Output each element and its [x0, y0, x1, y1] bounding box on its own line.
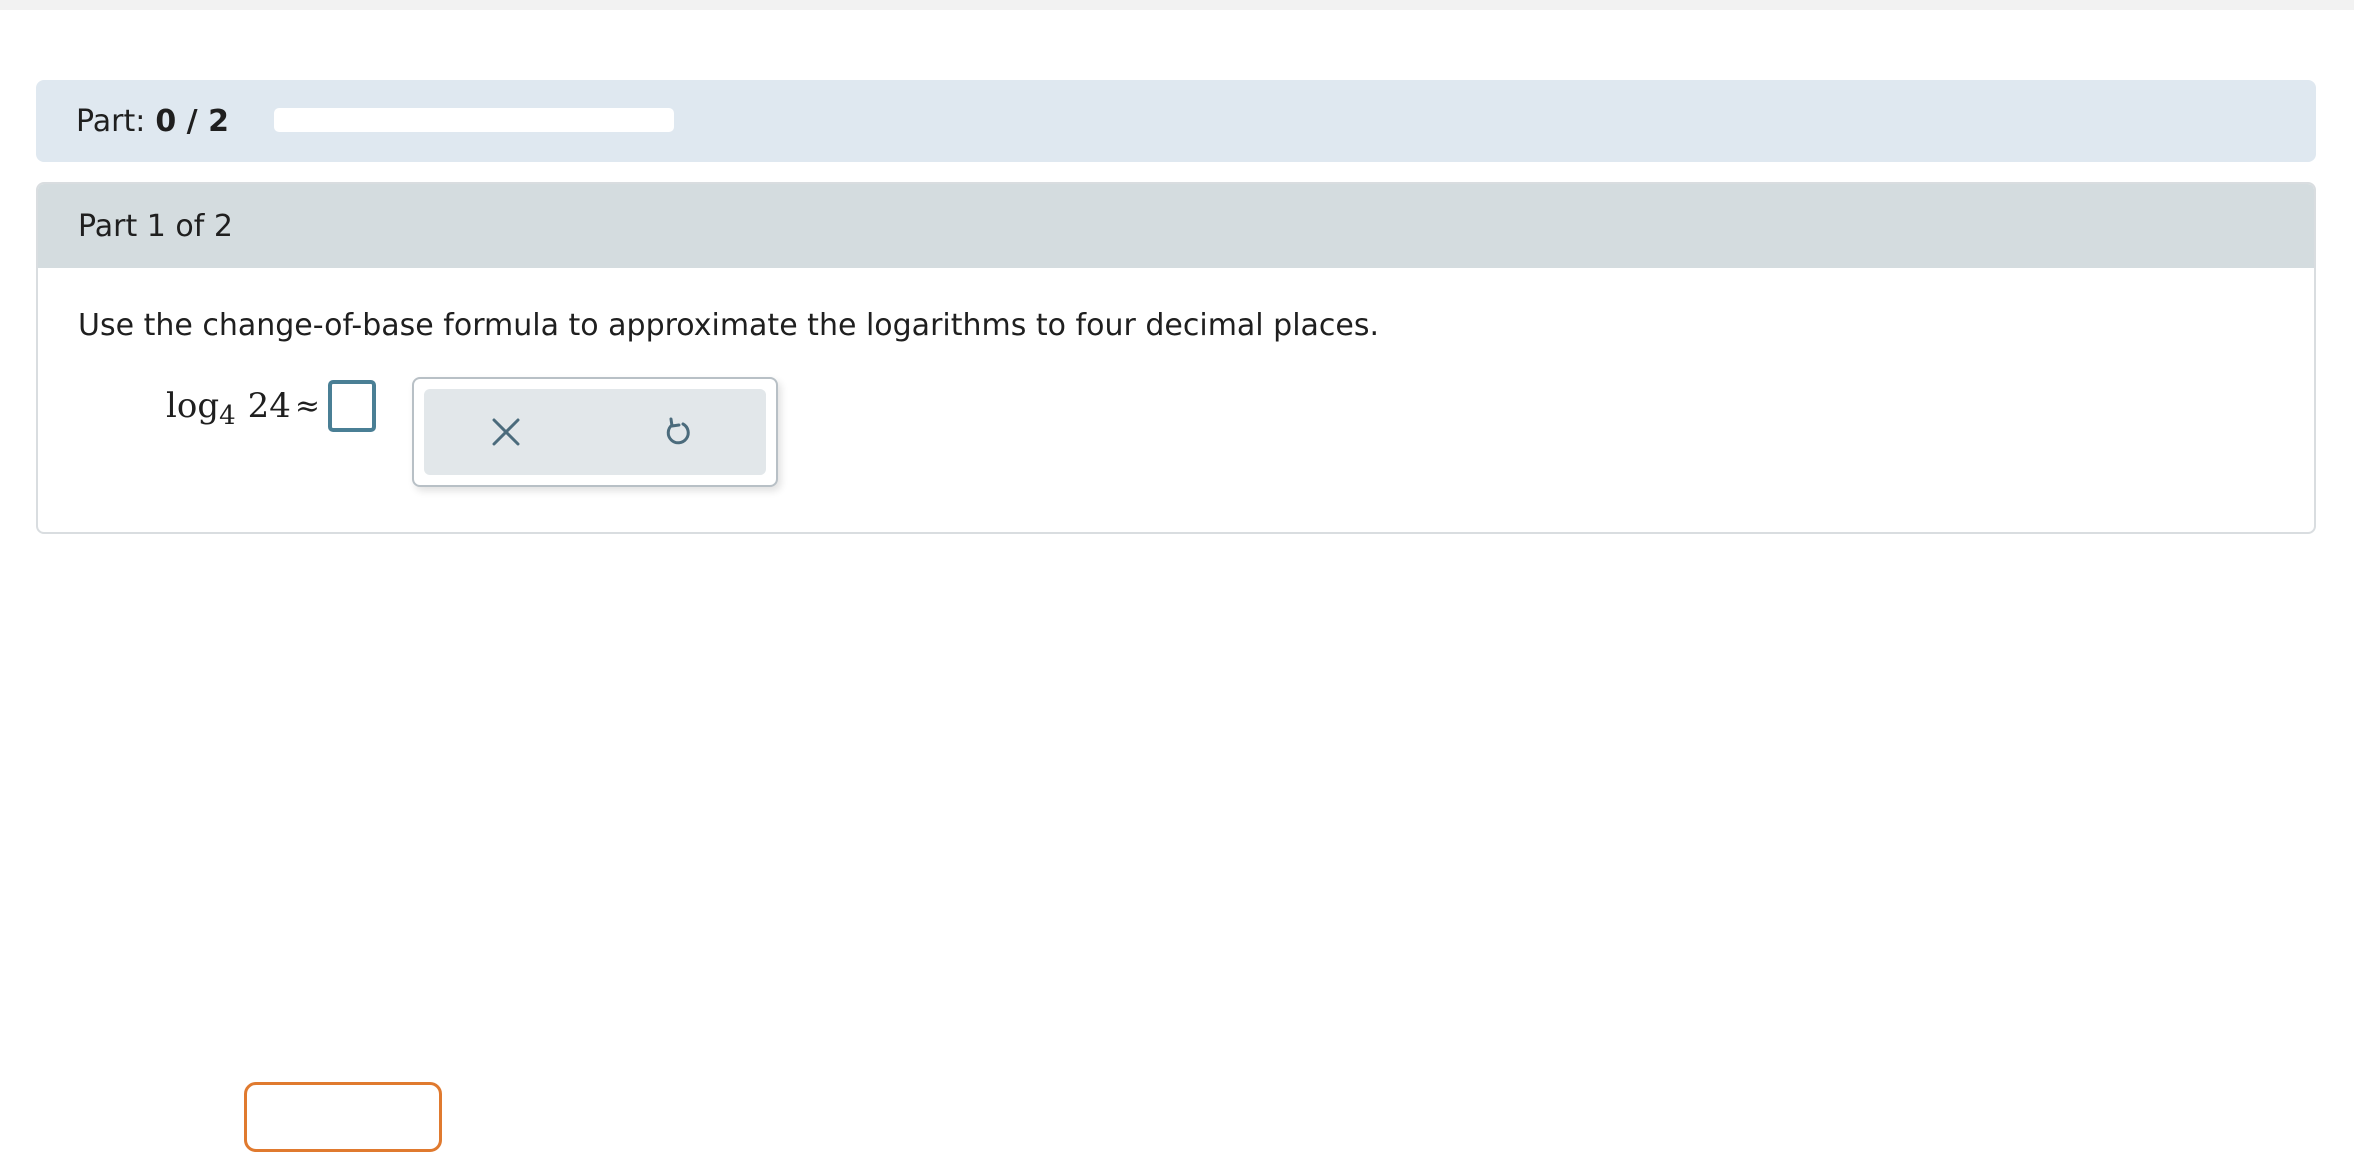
question-instruction: Use the change-of-base formula to approx… — [78, 308, 1380, 343]
answer-tools-bar — [424, 389, 766, 475]
answer-input[interactable] — [328, 380, 377, 432]
top-strip — [0, 0, 2354, 10]
undo-button[interactable] — [648, 402, 708, 462]
undo-icon — [666, 417, 690, 445]
progress-count: 0 / 2 — [155, 103, 229, 139]
x-icon — [492, 418, 520, 446]
progress-label: Part: 0 / 2 — [76, 104, 229, 139]
clear-button[interactable] — [476, 402, 536, 462]
progress-bar — [274, 108, 674, 132]
log-argument: 24 — [247, 386, 291, 426]
action-button[interactable] — [244, 1082, 442, 1152]
math-expression: log 4 24 ≈ — [166, 380, 377, 432]
log-base: 4 — [219, 401, 236, 431]
progress-label-text: Part: — [76, 103, 146, 139]
answer-tools-panel — [412, 377, 778, 487]
progress-header: Part: 0 / 2 — [36, 80, 2316, 162]
approx-symbol: ≈ — [294, 388, 321, 424]
part-header: Part 1 of 2 — [38, 184, 2314, 268]
log-function: log — [166, 386, 220, 426]
part-card: Part 1 of 2 Use the change-of-base formu… — [36, 182, 2316, 534]
